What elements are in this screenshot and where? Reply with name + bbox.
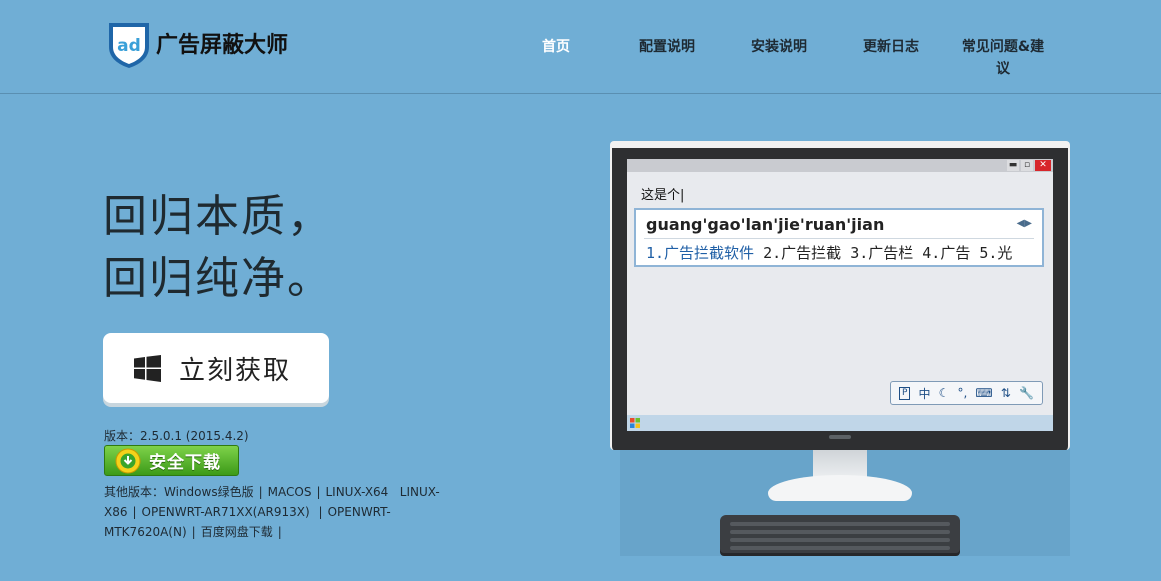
nav-changelog[interactable]: 更新日志 (861, 36, 921, 58)
windows-start-icon (630, 418, 640, 428)
candidate-4: 4.广告 (922, 244, 971, 262)
other-versions-prefix: 其他版本： (104, 485, 165, 499)
page-arrows-icon: ◀▶ (1016, 218, 1032, 229)
keyboard-illustration (720, 515, 960, 553)
monitor-screen: ▬ ▫ ✕ 这是个| guang'gao'lan'jie'ruan'jian ◀… (627, 159, 1053, 431)
moon-icon: ☾ (938, 386, 950, 400)
traditional-icon: ⇅ (1000, 386, 1011, 400)
slogan-line-1: 回归本质， (103, 191, 333, 242)
nav-faq[interactable]: 常见问题&建议 (956, 36, 1050, 80)
punctuation-icon: °, (957, 386, 968, 400)
version-text: 版本：2.5.0.1 (2015.4.2) (104, 429, 249, 443)
header: ad 广告屏蔽大师 首页 配置说明 安装说明 更新日志 常见问题&建议 (0, 0, 1161, 94)
get-now-label: 立刻获取 (179, 355, 292, 386)
ime-toolbar: P 中 ☾ °, ⌨ ⇅ 🔧 (890, 381, 1043, 405)
link-macos[interactable]: MACOS (268, 485, 312, 499)
link-baidu-pan[interactable]: 百度网盘下载 (201, 525, 273, 539)
keyboard-icon: ⌨ (975, 386, 993, 400)
ime-candidates: 1.广告拦截软件 2.广告拦截 3.广告栏 4.广告 5.光 (646, 242, 1012, 263)
maximize-icon: ▫ (1021, 160, 1033, 171)
candidate-1: 1.广告拦截软件 (646, 244, 755, 262)
link-openwrt-ar71xx[interactable]: OPENWRT-AR71XX(AR913X) (142, 505, 310, 519)
safe-download-button[interactable]: 安全下载 (104, 445, 239, 476)
power-led (829, 435, 851, 439)
link-linux-x64[interactable]: LINUX-X64 (325, 485, 388, 499)
nav-home[interactable]: 首页 (540, 36, 572, 58)
ime-pinyin: guang'gao'lan'jie'ruan'jian (646, 215, 885, 234)
windows-icon (134, 354, 161, 382)
window-titlebar: ▬ ▫ ✕ (627, 159, 1053, 172)
taskbar (627, 415, 1053, 431)
link-windows-portable[interactable]: Windows绿色版 (164, 485, 254, 499)
slogan: 回归本质， 回归纯净。 (103, 186, 333, 310)
typed-text: 这是个| (641, 188, 685, 203)
close-icon: ✕ (1035, 160, 1051, 171)
candidate-3: 3.广告栏 (850, 244, 914, 262)
candidate-5: 5.光 (979, 244, 1013, 262)
slogan-line-2: 回归纯净。 (103, 253, 333, 304)
wrench-icon: 🔧 (1018, 386, 1034, 400)
candidate-2: 2.广告拦截 (763, 244, 842, 262)
download-shield-icon (115, 448, 141, 473)
main-nav: 首页 配置说明 安装说明 更新日志 常见问题&建议 (0, 36, 1161, 86)
nav-install[interactable]: 安装说明 (749, 36, 809, 58)
get-now-button[interactable]: 立刻获取 (103, 333, 329, 403)
ime-divider (644, 238, 1034, 239)
ime-logo-icon: P (899, 386, 911, 400)
minimize-icon: ▬ (1007, 160, 1019, 171)
nav-config[interactable]: 配置说明 (637, 36, 697, 58)
safe-download-label: 安全下载 (149, 453, 221, 473)
ime-lang-indicator: 中 (918, 386, 931, 401)
ime-candidate-box: guang'gao'lan'jie'ruan'jian ◀▶ 1.广告拦截软件 … (634, 208, 1044, 267)
other-versions: 其他版本：Windows绿色版 | MACOS | LINUX-X64 LINUX-X8… (104, 485, 440, 539)
